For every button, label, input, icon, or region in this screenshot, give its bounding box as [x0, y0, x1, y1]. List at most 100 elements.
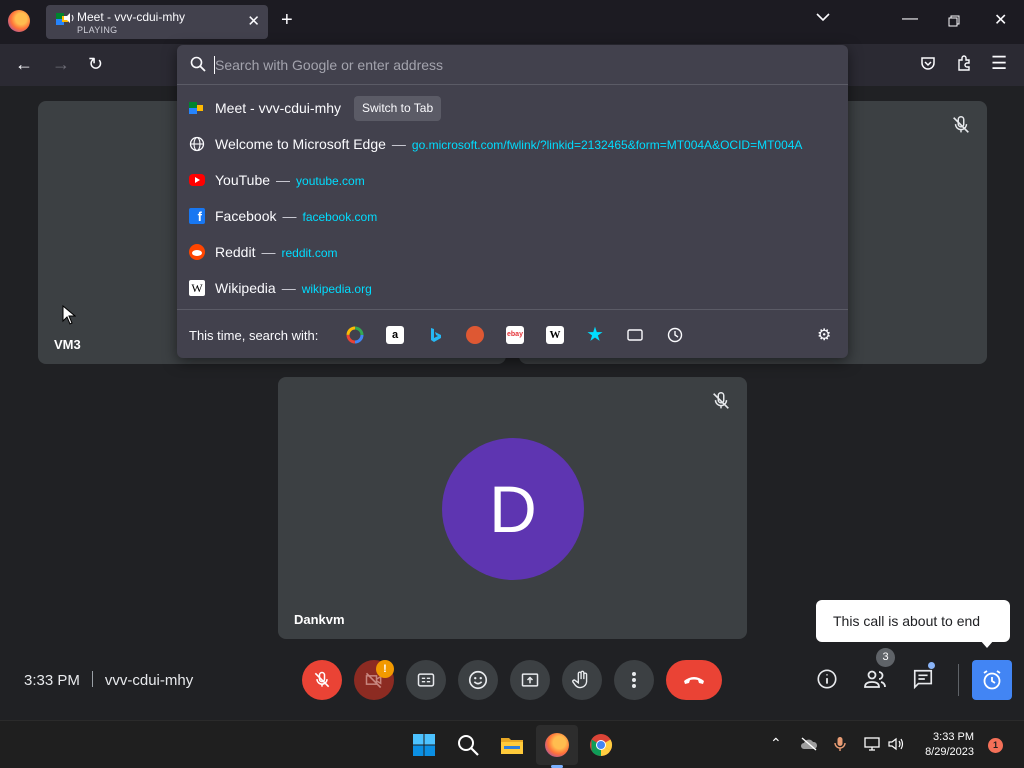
taskbar: ⌃ 3:33 PM 8/29/2023 1 — [0, 720, 1024, 768]
minimize-icon[interactable]: — — [902, 10, 918, 28]
switch-to-tab-button[interactable]: Switch to Tab — [354, 96, 442, 121]
network-icon[interactable] — [864, 737, 882, 751]
file-explorer-icon[interactable] — [500, 733, 524, 757]
plus-icon[interactable]: + — [281, 9, 293, 32]
google-icon[interactable] — [346, 326, 364, 344]
result-title: Wikipedia — [215, 280, 276, 296]
gear-icon[interactable]: ⚙ — [817, 325, 831, 345]
url-dropdown: Search with Google or enter address Meet… — [177, 45, 848, 358]
reload-icon[interactable]: ↻ — [88, 54, 103, 75]
people-button[interactable] — [862, 664, 888, 694]
facebook-icon: f — [189, 208, 205, 224]
tabs-icon[interactable] — [626, 326, 644, 344]
back-arrow-icon[interactable]: ← — [15, 54, 33, 75]
participant-name: Dankvm — [294, 612, 345, 627]
call-ending-tooltip: This call is about to end — [816, 600, 1010, 648]
pocket-icon[interactable] — [920, 55, 936, 71]
hang-up-icon — [684, 677, 704, 684]
result-text: Facebook — facebook.com — [215, 208, 377, 224]
meeting-details-button[interactable] — [814, 664, 840, 694]
tab-meet[interactable]: Meet - vvv-cdui-mhy PLAYING ✕ — [46, 5, 268, 39]
wikipedia-icon: W — [189, 280, 205, 296]
separator: — — [282, 208, 297, 224]
chevron-down-icon[interactable] — [816, 12, 830, 22]
result-url: reddit.com — [281, 246, 338, 260]
participant-tile-dankvm: D Dankvm — [278, 377, 747, 639]
separator: — — [276, 172, 291, 188]
result-microsoft-edge[interactable]: Welcome to Microsoft Edge — go.microsoft.c… — [177, 126, 848, 162]
info-icon — [817, 669, 837, 689]
result-title: YouTube — [215, 172, 271, 188]
result-facebook[interactable]: f Facebook — facebook.com — [177, 198, 848, 234]
raise-hand-button[interactable] — [562, 660, 602, 700]
reddit-icon — [189, 244, 205, 260]
onedrive-icon[interactable] — [800, 737, 818, 751]
meeting-info: 3:33 PM vvv-cdui-mhy — [24, 671, 193, 689]
search-input[interactable]: Search with Google or enter address — [215, 57, 443, 73]
globe-icon — [189, 136, 205, 152]
result-title: Welcome to Microsoft Edge — [215, 136, 386, 152]
system-clock[interactable]: 3:33 PM 8/29/2023 — [900, 730, 974, 760]
captions-button[interactable] — [406, 660, 446, 700]
more-options-button[interactable] — [614, 660, 654, 700]
tab-bar: Meet - vvv-cdui-mhy PLAYING ✕ + — ✕ — [0, 0, 1024, 44]
result-wikipedia[interactable]: W Wikipedia — wikipedia.org — [177, 270, 848, 306]
activities-button[interactable] — [972, 660, 1012, 700]
closed-captions-icon — [417, 673, 435, 687]
hamburger-icon[interactable]: ☰ — [991, 53, 1007, 74]
firefox-icon[interactable] — [8, 10, 30, 32]
participants-count-badge: 3 — [876, 648, 895, 667]
tab-title: Meet - vvv-cdui-mhy — [77, 10, 186, 24]
alarm-clock-icon — [983, 670, 1001, 690]
speaker-icon[interactable] — [64, 12, 74, 24]
result-text: Wikipedia — wikipedia.org — [215, 280, 372, 296]
notification-badge[interactable]: 1 — [988, 738, 1003, 753]
meeting-time: 3:33 PM — [24, 672, 80, 689]
result-url: wikipedia.org — [301, 282, 372, 296]
search-icon[interactable] — [456, 733, 480, 757]
history-icon[interactable] — [666, 326, 684, 344]
clock-time: 3:33 PM — [933, 731, 974, 743]
avatar: D — [442, 438, 584, 580]
puzzle-icon[interactable] — [956, 55, 972, 71]
result-meet[interactable]: Meet - vvv-cdui-mhy Switch to Tab — [177, 90, 848, 126]
windows-start-icon[interactable] — [412, 733, 436, 757]
amazon-icon[interactable]: a — [386, 326, 404, 344]
ebay-icon[interactable]: ebay — [506, 326, 524, 344]
result-title: Meet - vvv-cdui-mhy — [215, 100, 342, 116]
meeting-code: vvv-cdui-mhy — [104, 672, 194, 689]
mic-off-icon — [713, 392, 729, 409]
chevron-up-icon[interactable]: ⌃ — [770, 735, 782, 752]
result-youtube[interactable]: YouTube — youtube.com — [177, 162, 848, 198]
mic-off-icon — [953, 116, 969, 133]
chat-button[interactable] — [910, 662, 936, 694]
address-bar[interactable]: Search with Google or enter address — [177, 45, 848, 85]
microphone-button[interactable] — [302, 660, 342, 700]
result-text: YouTube — youtube.com — [215, 172, 365, 188]
youtube-icon — [189, 174, 205, 186]
mic-off-icon — [314, 671, 330, 688]
chrome-icon[interactable] — [589, 733, 613, 757]
search-icon — [190, 56, 206, 72]
present-screen-button[interactable] — [510, 660, 550, 700]
wikipedia-icon[interactable]: W — [546, 326, 564, 344]
participant-name: VM3 — [54, 337, 81, 352]
result-reddit[interactable]: Reddit — reddit.com — [177, 234, 848, 270]
result-url: youtube.com — [296, 174, 365, 188]
separator: — — [281, 280, 296, 296]
bing-icon[interactable] — [426, 326, 444, 344]
camera-warning-badge: ! — [376, 660, 394, 678]
close-tab-icon[interactable]: ✕ — [247, 12, 260, 30]
firefox-icon[interactable] — [545, 733, 569, 757]
close-window-icon[interactable]: ✕ — [994, 10, 1007, 30]
reactions-button[interactable] — [458, 660, 498, 700]
divider — [958, 664, 959, 696]
restore-icon[interactable] — [948, 15, 960, 27]
end-call-button[interactable] — [666, 660, 722, 700]
clock-date: 8/29/2023 — [925, 746, 974, 758]
duckduckgo-icon[interactable] — [466, 326, 484, 344]
separator: — — [261, 244, 276, 260]
microphone-icon[interactable] — [834, 736, 846, 752]
forward-arrow-icon[interactable]: → — [52, 54, 70, 75]
bookmarks-icon[interactable]: ★ — [586, 326, 604, 344]
